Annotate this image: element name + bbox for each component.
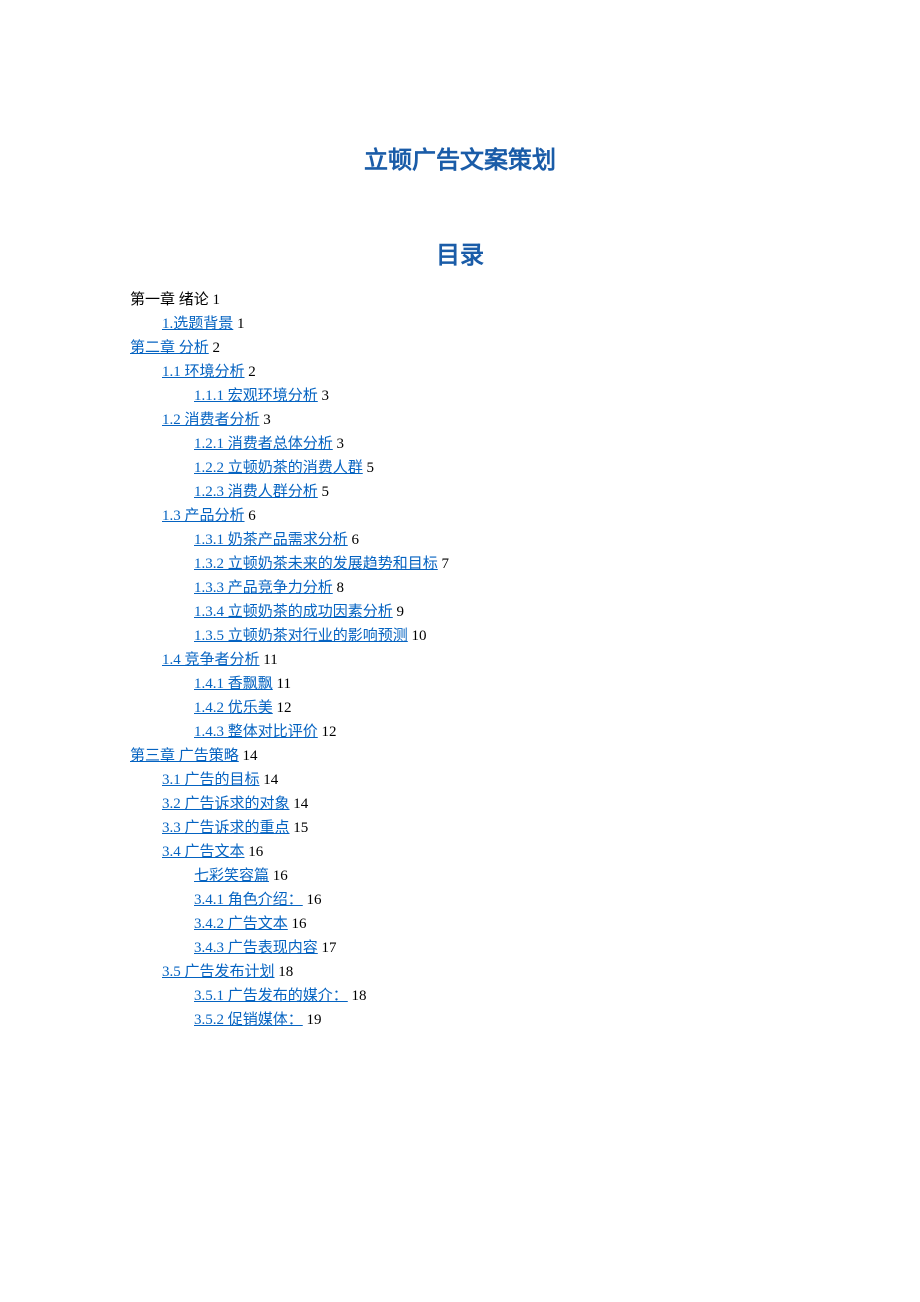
toc-link[interactable]: 3.5 广告发布计划 <box>162 964 275 980</box>
toc-text: 第一章 绪论 <box>130 292 209 308</box>
toc-entry: 1.2.3 消费人群分析 5 <box>194 480 790 504</box>
toc-page-number: 1 <box>213 292 221 308</box>
toc-page-number: 19 <box>307 1012 322 1028</box>
toc-entry: 第二章 分析 2 <box>130 336 790 360</box>
toc-page-number: 3 <box>263 412 271 428</box>
toc-page-number: 2 <box>248 364 256 380</box>
toc-link[interactable]: 3.2 广告诉求的对象 <box>162 796 290 812</box>
toc-entry: 3.4.1 角色介绍： 16 <box>194 888 790 912</box>
toc-page-number: 5 <box>322 484 330 500</box>
toc-heading: 目录 <box>130 235 790 270</box>
toc-entry: 1.4 竞争者分析 11 <box>162 648 790 672</box>
toc-link[interactable]: 1.3.1 奶茶产品需求分析 <box>194 532 348 548</box>
toc-entry: 1.选题背景 1 <box>162 312 790 336</box>
toc-link[interactable]: 1.选题背景 <box>162 316 233 332</box>
toc-link[interactable]: 3.4.2 广告文本 <box>194 916 288 932</box>
toc-entry: 1.3.3 产品竞争力分析 8 <box>194 576 790 600</box>
toc-entry: 3.4.3 广告表现内容 17 <box>194 936 790 960</box>
toc-entry: 1.4.3 整体对比评价 12 <box>194 720 790 744</box>
toc-link[interactable]: 3.4.1 角色介绍： <box>194 892 303 908</box>
toc-link[interactable]: 1.4.2 优乐美 <box>194 700 273 716</box>
toc-entry: 1.2 消费者分析 3 <box>162 408 790 432</box>
toc-link[interactable]: 1.3.5 立顿奶茶对行业的影响预测 <box>194 628 408 644</box>
toc-link[interactable]: 1.2.2 立顿奶茶的消费人群 <box>194 460 363 476</box>
toc-page-number: 16 <box>292 916 307 932</box>
toc-page-number: 16 <box>248 844 263 860</box>
toc-entry: 3.5.2 促销媒体： 19 <box>194 1008 790 1032</box>
toc-link[interactable]: 第三章 广告策略 <box>130 748 239 764</box>
toc-link[interactable]: 1.3.2 立顿奶茶未来的发展趋势和目标 <box>194 556 438 572</box>
toc-page-number: 15 <box>293 820 308 836</box>
toc-page-number: 14 <box>243 748 258 764</box>
toc-entry: 3.4.2 广告文本 16 <box>194 912 790 936</box>
toc-entry: 1.3.2 立顿奶茶未来的发展趋势和目标 7 <box>194 552 790 576</box>
toc-link[interactable]: 1.3 产品分析 <box>162 508 245 524</box>
toc-page-number: 6 <box>352 532 360 548</box>
toc-link[interactable]: 1.3.3 产品竞争力分析 <box>194 580 333 596</box>
toc-entry: 1.4.1 香飘飘 11 <box>194 672 790 696</box>
toc-entry: 第一章 绪论 1 <box>130 288 790 312</box>
toc-entry: 1.2.2 立顿奶茶的消费人群 5 <box>194 456 790 480</box>
toc-entry: 1.4.2 优乐美 12 <box>194 696 790 720</box>
toc-page-number: 1 <box>237 316 245 332</box>
toc-page-number: 17 <box>322 940 337 956</box>
toc-page-number: 9 <box>397 604 405 620</box>
toc-page-number: 14 <box>263 772 278 788</box>
toc-entry: 3.5 广告发布计划 18 <box>162 960 790 984</box>
toc-page-number: 12 <box>277 700 292 716</box>
toc-page-number: 11 <box>263 652 277 668</box>
toc-entry: 1.3.4 立顿奶茶的成功因素分析 9 <box>194 600 790 624</box>
toc-page-number: 6 <box>248 508 256 524</box>
toc-link[interactable]: 1.2.1 消费者总体分析 <box>194 436 333 452</box>
toc-entry: 第三章 广告策略 14 <box>130 744 790 768</box>
toc-link[interactable]: 1.2.3 消费人群分析 <box>194 484 318 500</box>
toc-link[interactable]: 3.5.2 促销媒体： <box>194 1012 303 1028</box>
toc-page-number: 18 <box>278 964 293 980</box>
toc-entry: 1.2.1 消费者总体分析 3 <box>194 432 790 456</box>
toc-page-number: 12 <box>322 724 337 740</box>
toc-entry: 3.4 广告文本 16 <box>162 840 790 864</box>
toc-link[interactable]: 1.1 环境分析 <box>162 364 245 380</box>
toc-page-number: 16 <box>307 892 322 908</box>
toc-link[interactable]: 1.4 竞争者分析 <box>162 652 260 668</box>
toc-link[interactable]: 3.4.3 广告表现内容 <box>194 940 318 956</box>
toc-page-number: 10 <box>412 628 427 644</box>
toc-page-number: 3 <box>337 436 345 452</box>
table-of-contents: 第一章 绪论 11.选题背景 1第二章 分析 21.1 环境分析 21.1.1 … <box>130 288 790 1032</box>
toc-entry: 1.1.1 宏观环境分析 3 <box>194 384 790 408</box>
toc-page-number: 3 <box>322 388 330 404</box>
toc-link[interactable]: 1.4.1 香飘飘 <box>194 676 273 692</box>
toc-link[interactable]: 3.5.1 广告发布的媒介： <box>194 988 348 1004</box>
toc-page-number: 2 <box>213 340 221 356</box>
toc-entry: 3.1 广告的目标 14 <box>162 768 790 792</box>
toc-entry: 3.2 广告诉求的对象 14 <box>162 792 790 816</box>
toc-entry: 1.3 产品分析 6 <box>162 504 790 528</box>
toc-link[interactable]: 第二章 分析 <box>130 340 209 356</box>
toc-entry: 七彩笑容篇 16 <box>194 864 790 888</box>
toc-link[interactable]: 1.2 消费者分析 <box>162 412 260 428</box>
toc-page-number: 7 <box>442 556 450 572</box>
toc-page-number: 5 <box>367 460 375 476</box>
toc-link[interactable]: 1.3.4 立顿奶茶的成功因素分析 <box>194 604 393 620</box>
toc-link[interactable]: 3.3 广告诉求的重点 <box>162 820 290 836</box>
toc-entry: 1.1 环境分析 2 <box>162 360 790 384</box>
toc-entry: 1.3.1 奶茶产品需求分析 6 <box>194 528 790 552</box>
toc-page-number: 14 <box>293 796 308 812</box>
toc-page-number: 16 <box>273 868 288 884</box>
toc-link[interactable]: 七彩笑容篇 <box>194 868 269 884</box>
toc-entry: 1.3.5 立顿奶茶对行业的影响预测 10 <box>194 624 790 648</box>
document-title: 立顿广告文案策划 <box>130 140 790 175</box>
toc-page-number: 8 <box>337 580 345 596</box>
toc-link[interactable]: 3.4 广告文本 <box>162 844 245 860</box>
toc-page-number: 11 <box>277 676 291 692</box>
toc-entry: 3.5.1 广告发布的媒介： 18 <box>194 984 790 1008</box>
toc-page-number: 18 <box>352 988 367 1004</box>
toc-link[interactable]: 3.1 广告的目标 <box>162 772 260 788</box>
toc-link[interactable]: 1.1.1 宏观环境分析 <box>194 388 318 404</box>
toc-entry: 3.3 广告诉求的重点 15 <box>162 816 790 840</box>
toc-link[interactable]: 1.4.3 整体对比评价 <box>194 724 318 740</box>
